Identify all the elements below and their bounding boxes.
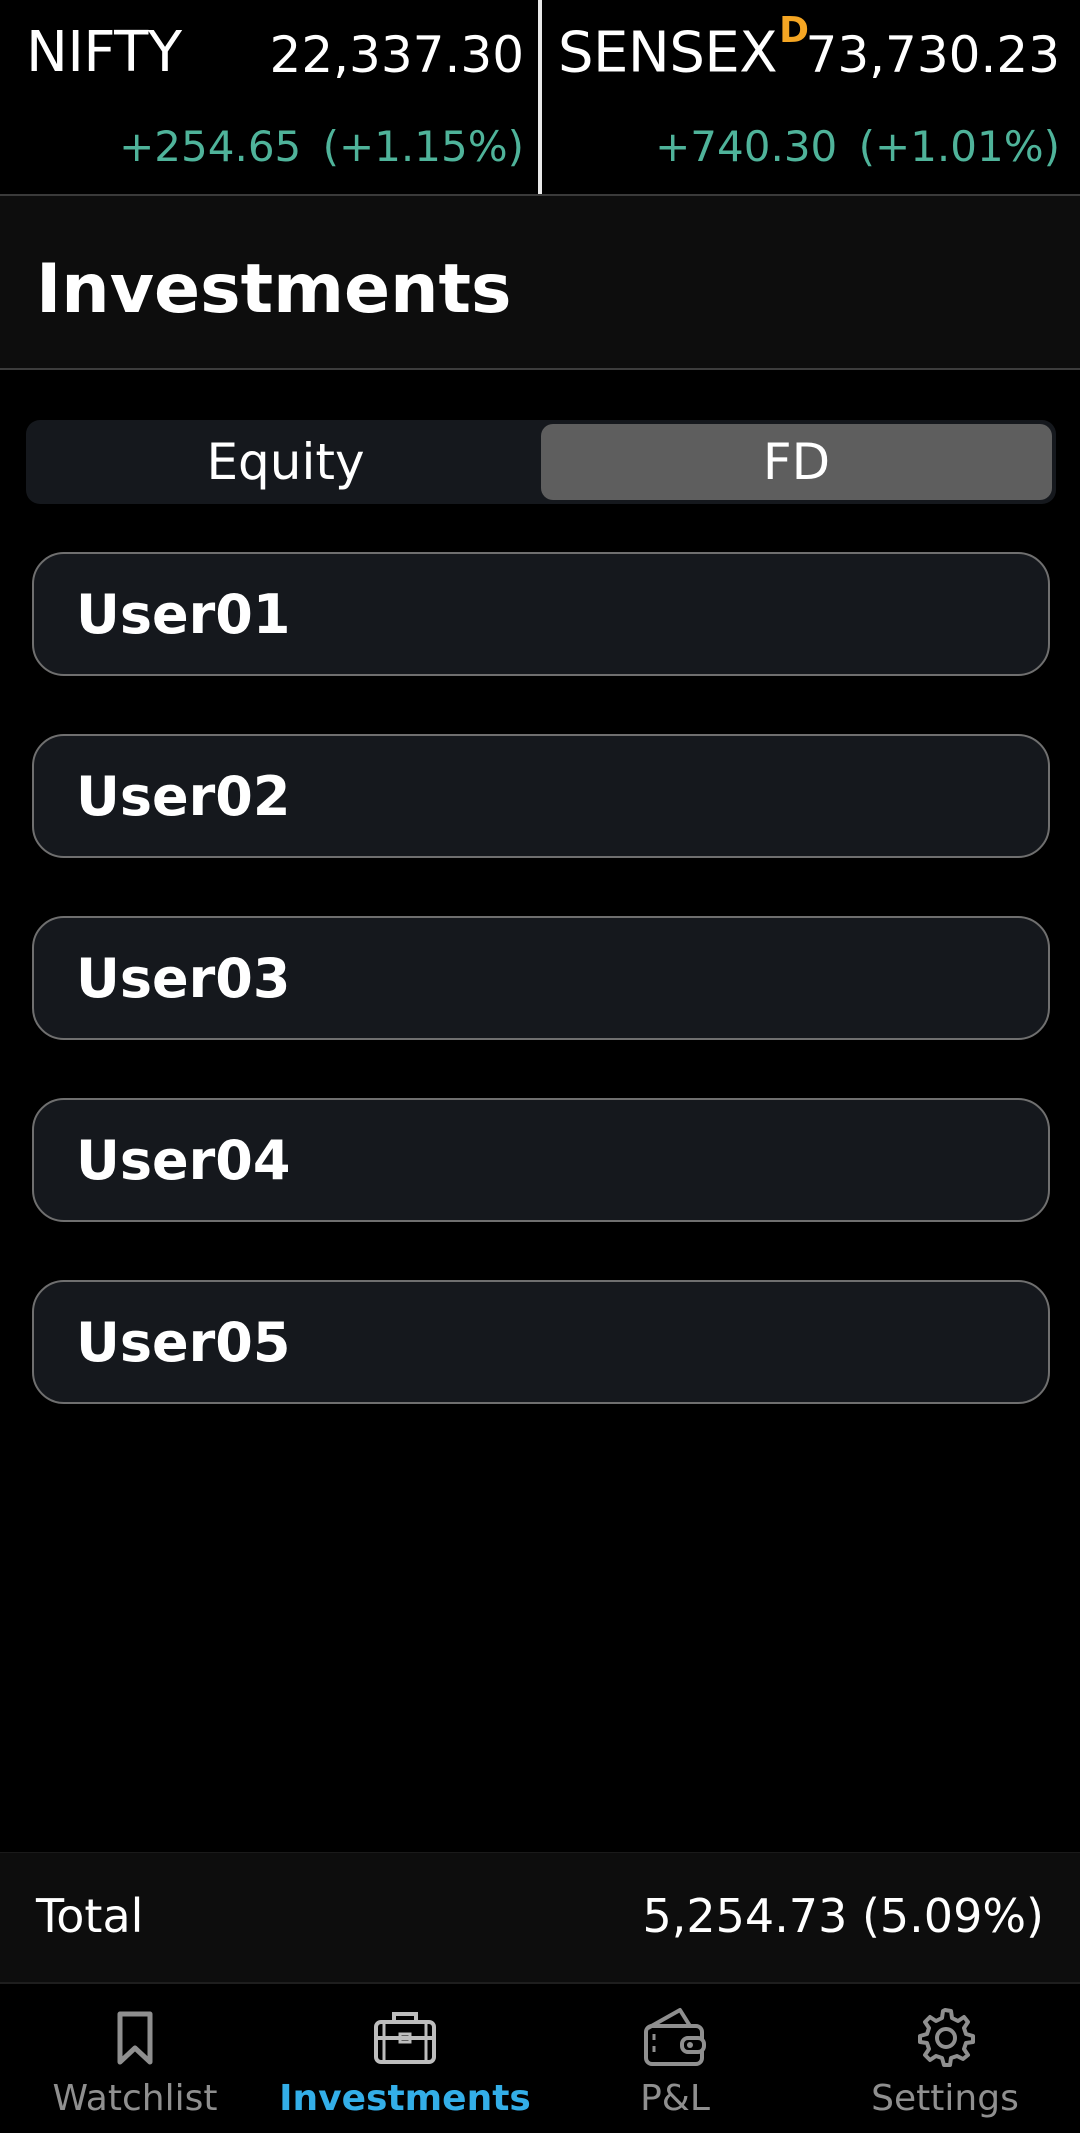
nav-label: P&L bbox=[640, 2078, 710, 2119]
index-change: +740.30 (+1.01%) bbox=[655, 122, 1060, 171]
index-badge: D bbox=[779, 10, 809, 51]
index-name-text: SENSEX bbox=[558, 20, 778, 86]
user-card[interactable]: User04 bbox=[32, 1098, 1050, 1222]
index-name: NIFTY bbox=[26, 20, 182, 85]
total-bar: Total 5,254.73 (5.09%) bbox=[0, 1852, 1080, 1982]
user-name: User05 bbox=[76, 1310, 291, 1374]
nav-item-settings[interactable]: Settings bbox=[810, 1984, 1080, 2133]
user-name: User01 bbox=[76, 582, 291, 646]
bookmark-icon bbox=[117, 2011, 153, 2065]
index-change: +254.65 (+1.15%) bbox=[119, 122, 524, 171]
total-value: 5,254.73 (5.09%) bbox=[642, 1889, 1045, 1943]
total-label: Total bbox=[36, 1889, 144, 1943]
user-name: User03 bbox=[76, 946, 291, 1010]
briefcase-icon bbox=[374, 2012, 436, 2064]
user-card[interactable]: User01 bbox=[32, 552, 1050, 676]
investment-type-toggle: Equity FD bbox=[26, 420, 1056, 504]
index-value: 22,337.30 bbox=[269, 26, 524, 84]
nav-label: Watchlist bbox=[52, 2078, 218, 2119]
nav-item-watchlist[interactable]: Watchlist bbox=[0, 1984, 270, 2133]
user-card[interactable]: User02 bbox=[32, 734, 1050, 858]
nav-item-pnl[interactable]: P&L bbox=[540, 1984, 810, 2133]
nifty-ticker[interactable]: NIFTY 22,337.30 +254.65 (+1.15%) bbox=[0, 0, 538, 194]
market-ticker: NIFTY 22,337.30 +254.65 (+1.15%) SENSEXD… bbox=[0, 0, 1080, 196]
wallet-icon bbox=[644, 2008, 706, 2066]
user-card[interactable]: User03 bbox=[32, 916, 1050, 1040]
bottom-nav: Watchlist Investments P&L Settings bbox=[0, 1982, 1080, 2131]
gear-icon bbox=[918, 2008, 975, 2067]
nav-label: Investments bbox=[279, 2078, 531, 2119]
index-name-text: NIFTY bbox=[26, 20, 182, 85]
user-card[interactable]: User05 bbox=[32, 1280, 1050, 1404]
sensex-ticker[interactable]: SENSEXD 73,730.23 +740.30 (+1.01%) bbox=[542, 0, 1080, 194]
index-name: SENSEXD bbox=[558, 10, 809, 86]
title-bar: Investments bbox=[0, 196, 1080, 370]
user-name: User04 bbox=[76, 1128, 291, 1192]
tab-fd[interactable]: FD bbox=[541, 424, 1052, 500]
user-name: User02 bbox=[76, 764, 291, 828]
index-value: 73,730.23 bbox=[805, 26, 1060, 84]
nav-label: Settings bbox=[871, 2078, 1019, 2119]
nav-item-investments[interactable]: Investments bbox=[270, 1984, 540, 2133]
page-title: Investments bbox=[36, 250, 512, 329]
user-list: User01 User02 User03 User04 User05 bbox=[32, 552, 1050, 1462]
tab-equity[interactable]: Equity bbox=[30, 424, 541, 500]
